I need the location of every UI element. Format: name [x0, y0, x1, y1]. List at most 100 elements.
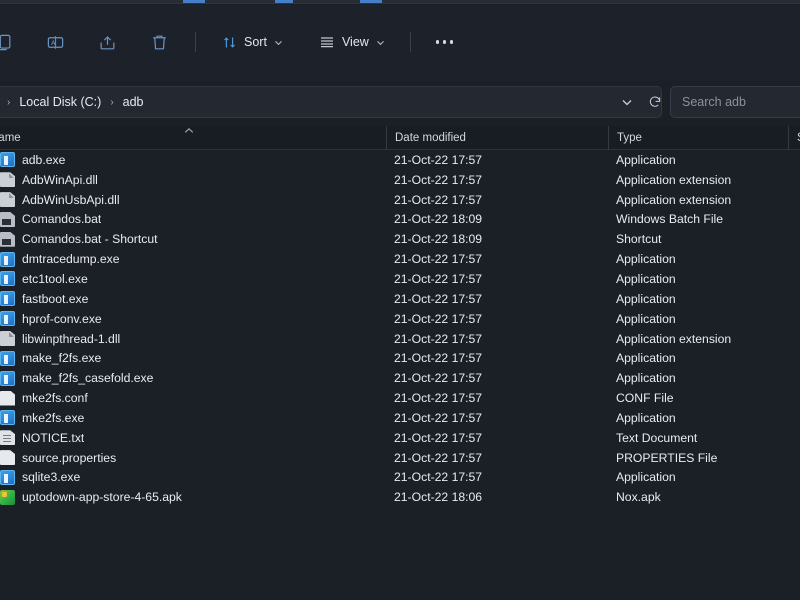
dll-file-icon — [0, 331, 15, 347]
file-name-cell[interactable]: uptodown-app-store-4-65.apk — [0, 489, 182, 505]
column-header-size[interactable]: Size — [788, 126, 800, 150]
file-type-cell: Windows Batch File — [616, 212, 724, 227]
address-dropdown-button[interactable] — [614, 89, 640, 115]
lnk-file-icon — [0, 231, 15, 247]
file-type-cell: CONF File — [616, 391, 674, 406]
delete-button[interactable] — [142, 26, 177, 58]
file-name-cell[interactable]: make_f2fs.exe — [0, 350, 101, 366]
file-name-cell[interactable]: source.properties — [0, 450, 116, 466]
file-type-cell: Application — [616, 152, 676, 167]
table-row[interactable]: AdbWinUsbApi.dll 21-Oct-22 17:57 Applicati… — [0, 190, 800, 210]
exe-file-icon — [0, 251, 15, 267]
table-row[interactable]: source.properties 21-Oct-22 17:57 PROPERTI… — [0, 448, 800, 468]
breadcrumb-item-local-disk[interactable]: Local Disk (C:) — [14, 93, 106, 111]
file-date-modified-cell: 21-Oct-22 17:57 — [394, 470, 483, 485]
file-date-modified-cell: 21-Oct-22 18:09 — [394, 212, 483, 227]
table-row[interactable]: mke2fs.exe 21-Oct-22 17:57 Application — [0, 408, 800, 428]
table-row[interactable]: sqlite3.exe 21-Oct-22 17:57 Application — [0, 468, 800, 488]
view-button[interactable]: View — [310, 26, 394, 58]
file-date-modified-cell: 21-Oct-22 17:57 — [394, 152, 483, 167]
file-name-label: adb.exe — [22, 152, 66, 167]
table-row[interactable]: make_f2fs_casefold.exe 21-Oct-22 17:57 App… — [0, 368, 800, 388]
table-row[interactable]: make_f2fs.exe 21-Oct-22 17:57 Application — [0, 348, 800, 368]
file-type-cell: Nox.apk — [616, 490, 661, 505]
file-date-modified-cell: 21-Oct-22 17:57 — [394, 192, 483, 207]
file-name-cell[interactable]: etc1tool.exe — [0, 271, 88, 287]
table-row[interactable]: Comandos.bat 21-Oct-22 18:09 Windows Batch… — [0, 210, 800, 230]
file-name-label: mke2fs.conf — [22, 391, 88, 406]
file-name-cell[interactable]: Comandos.bat - Shortcut — [0, 231, 158, 247]
file-name-cell[interactable]: Comandos.bat — [0, 211, 102, 227]
table-row[interactable]: hprof-conv.exe 21-Oct-22 17:57 Application — [0, 309, 800, 329]
list-view-icon — [319, 34, 335, 50]
file-type-cell: Application extension — [616, 172, 732, 187]
table-row[interactable]: mke2fs.conf 21-Oct-22 17:57 CONF File — [0, 388, 800, 408]
file-name-cell[interactable]: AdbWinApi.dll — [0, 172, 98, 188]
file-name-cell[interactable]: adb.exe — [0, 152, 66, 168]
file-name-cell[interactable]: sqlite3.exe — [0, 469, 80, 485]
exe-file-icon — [0, 311, 15, 327]
refresh-icon — [649, 96, 661, 107]
table-row[interactable]: uptodown-app-store-4-65.apk 21-Oct-22 18:… — [0, 487, 800, 507]
file-date-modified-cell: 21-Oct-22 17:57 — [394, 430, 483, 445]
file-name-cell[interactable]: mke2fs.exe — [0, 410, 84, 426]
file-type-cell: PROPERTIES File — [616, 450, 718, 465]
search-input[interactable] — [682, 95, 800, 109]
file-name-cell[interactable]: AdbWinUsbApi.dll — [0, 192, 120, 208]
breadcrumb-item-adb[interactable]: adb — [118, 93, 149, 111]
refresh-button[interactable] — [642, 89, 668, 115]
file-name-label: uptodown-app-store-4-65.apk — [22, 490, 182, 505]
tab-marker — [275, 0, 293, 3]
file-type-cell: Application — [616, 470, 676, 485]
trash-icon — [150, 33, 169, 52]
file-name-cell[interactable]: libwinpthread-1.dll — [0, 331, 121, 347]
file-type-cell: Application — [616, 351, 676, 366]
sort-ascending-icon — [184, 127, 194, 133]
address-bar-actions — [614, 86, 668, 118]
file-name-label: Comandos.bat - Shortcut — [22, 232, 158, 247]
file-explorer-window: A Sort View › Local Disk (C:) › adb Sear… — [0, 0, 800, 600]
file-name-cell[interactable]: mke2fs.conf — [0, 390, 88, 406]
file-name-label: etc1tool.exe — [22, 271, 88, 286]
file-name-label: hprof-conv.exe — [22, 311, 102, 326]
table-row[interactable]: etc1tool.exe 21-Oct-22 17:57 Application — [0, 269, 800, 289]
exe-file-icon — [0, 291, 15, 307]
sort-button[interactable]: Sort — [213, 26, 292, 58]
file-date-modified-cell: 21-Oct-22 17:57 — [394, 172, 483, 187]
file-name-label: fastboot.exe — [22, 291, 89, 306]
column-header-date-modified[interactable]: Date modified — [386, 126, 608, 150]
file-name-cell[interactable]: fastboot.exe — [0, 291, 89, 307]
sort-icon — [222, 35, 237, 50]
address-bar-row: › Local Disk (C:) › adb — [0, 86, 800, 118]
file-date-modified-cell: 21-Oct-22 17:57 — [394, 391, 483, 406]
file-name-cell[interactable]: dmtracedump.exe — [0, 251, 120, 267]
search-box[interactable] — [670, 86, 800, 118]
file-name-cell[interactable]: make_f2fs_casefold.exe — [0, 370, 153, 386]
table-row[interactable]: fastboot.exe 21-Oct-22 17:57 Application — [0, 289, 800, 309]
command-bar: A Sort View — [0, 5, 800, 81]
file-date-modified-cell: 21-Oct-22 17:57 — [394, 331, 483, 346]
txt-file-icon — [0, 430, 15, 446]
rename-button[interactable]: A — [38, 26, 73, 58]
file-name-cell[interactable]: hprof-conv.exe — [0, 311, 102, 327]
table-row[interactable]: libwinpthread-1.dll 21-Oct-22 17:57 Applic… — [0, 329, 800, 349]
more-options-button[interactable] — [428, 26, 462, 58]
copy-button[interactable] — [0, 26, 21, 58]
file-name-cell[interactable]: NOTICE.txt — [0, 430, 84, 446]
dll-file-icon — [0, 172, 15, 188]
table-row[interactable]: adb.exe 21-Oct-22 17:57 Application — [0, 150, 800, 170]
exe-file-icon — [0, 469, 15, 485]
column-header-type[interactable]: Type — [608, 126, 788, 150]
share-button[interactable] — [90, 26, 125, 58]
file-list[interactable]: adb.exe 21-Oct-22 17:57 Application AdbWinA… — [0, 150, 800, 600]
view-label: View — [341, 35, 369, 49]
table-row[interactable]: AdbWinApi.dll 21-Oct-22 17:57 Application … — [0, 170, 800, 190]
column-header-name-label: Name — [0, 132, 21, 144]
table-row[interactable]: NOTICE.txt 21-Oct-22 17:57 Text Document — [0, 428, 800, 448]
svg-text:A: A — [51, 39, 56, 46]
file-name-label: libwinpthread-1.dll — [22, 331, 121, 346]
table-row[interactable]: dmtracedump.exe 21-Oct-22 17:57 Applicatio… — [0, 249, 800, 269]
file-name-label: Comandos.bat — [22, 212, 102, 227]
table-row[interactable]: Comandos.bat - Shortcut 21-Oct-22 18:09 Sh… — [0, 229, 800, 249]
breadcrumb[interactable]: › Local Disk (C:) › adb — [0, 86, 662, 118]
